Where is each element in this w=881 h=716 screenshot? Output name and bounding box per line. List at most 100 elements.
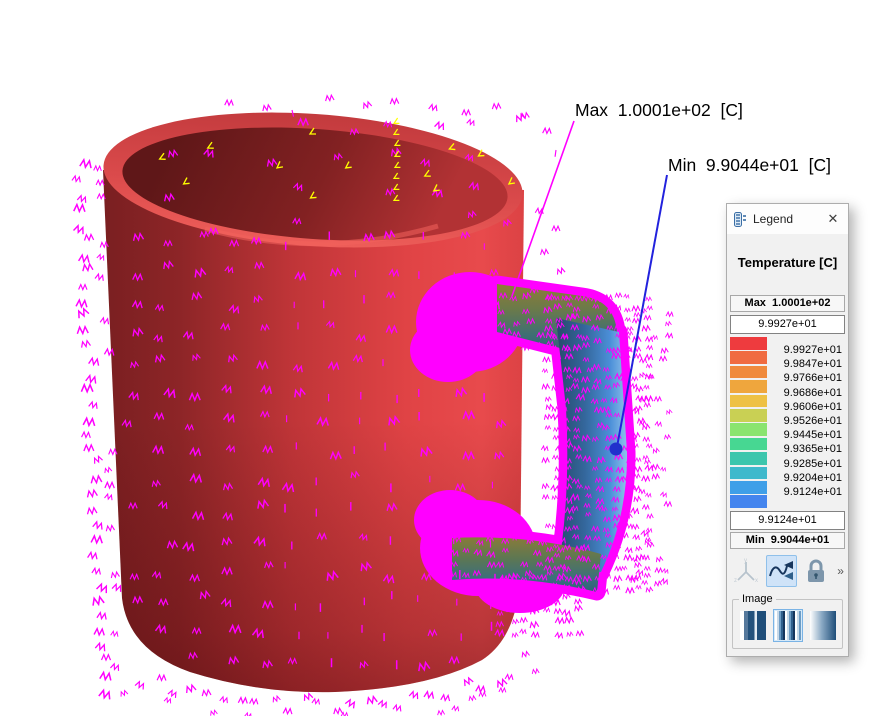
vector-glyph: [97, 612, 107, 619]
vector-glyph: [644, 567, 650, 571]
vector-glyph: [520, 629, 527, 634]
vector-glyph: [645, 337, 653, 342]
vector-glyph: [633, 496, 641, 502]
vector-glyph: [74, 204, 86, 211]
vector-glyph: [83, 418, 95, 426]
color-scale-label: 9.9847e+01: [767, 357, 845, 371]
vector-glyph: [542, 484, 550, 489]
vector-glyph: [102, 655, 111, 661]
svg-text:z: z: [734, 578, 737, 584]
vector-glyph: [652, 464, 660, 469]
vector-glyph: [644, 403, 651, 407]
vector-glyph: [82, 264, 93, 271]
vector-glyph: [634, 562, 642, 567]
legend-panel[interactable]: Legend ✕ Temperature [C] Max 1.0001e+02 …: [726, 203, 849, 657]
vector-glyph: [630, 384, 638, 389]
vector-glyph: [110, 663, 120, 671]
vector-glyph: [644, 460, 651, 464]
vector-glyph: [545, 426, 551, 430]
vector-glyph: [89, 358, 100, 366]
legend-titlebar[interactable]: Legend ✕: [727, 204, 848, 234]
vector-glyph: [84, 445, 94, 451]
vector-glyph: [467, 119, 476, 126]
image-style-smooth-button[interactable]: [808, 609, 838, 642]
color-scale-label: 9.9285e+01: [767, 457, 845, 471]
vector-glyph: [645, 355, 653, 360]
vector-glyph: [642, 326, 651, 332]
vector-glyph: [262, 105, 271, 111]
vector-glyph: [303, 693, 313, 701]
lock-button[interactable]: [801, 555, 832, 587]
vector-glyph: [333, 708, 342, 714]
vector-glyph: [624, 294, 630, 298]
image-style-banded-button[interactable]: [738, 609, 768, 642]
vector-glyph: [645, 493, 651, 497]
discrete-gradient-preview: [775, 611, 801, 640]
vector-glyph: [80, 159, 92, 168]
color-swatch: [730, 380, 767, 393]
vector-glyph: [624, 555, 632, 560]
vector-glyph: [424, 691, 435, 698]
min-point-marker: [610, 443, 623, 456]
vector-glyph: [626, 326, 633, 331]
vector-glyph: [521, 651, 530, 657]
probe-plot-button[interactable]: [766, 555, 797, 587]
vector-glyph: [643, 456, 649, 460]
axis-triad-icon: yzx: [732, 557, 760, 585]
max-value-row: Max 1.0001e+02: [730, 295, 845, 312]
legend-title: Legend: [753, 212, 793, 226]
vector-glyph: [409, 691, 419, 699]
vector-glyph: [93, 456, 103, 464]
vector-glyph: [100, 672, 112, 680]
smooth-gradient-preview: [810, 611, 836, 640]
vector-glyph: [468, 696, 476, 701]
vector-glyph: [659, 356, 667, 361]
vector-glyph: [91, 596, 104, 605]
vector-glyph: [646, 444, 652, 448]
vector-glyph: [111, 572, 120, 578]
dock-button[interactable]: [790, 656, 819, 657]
vector-glyph: [646, 528, 653, 533]
vector-glyph: [660, 578, 668, 584]
vector-glyph: [542, 384, 550, 389]
vector-glyph: [644, 316, 651, 321]
vector-glyph: [552, 226, 560, 231]
vector-glyph: [555, 150, 556, 157]
vector-glyph: [390, 99, 399, 105]
color-swatch: [730, 395, 767, 408]
probe-plot-icon: [767, 557, 795, 585]
color-scale-label: 9.9124e+01: [767, 485, 845, 499]
vector-glyph: [625, 547, 633, 553]
scale-max-input[interactable]: 9.9927e+01: [730, 315, 845, 334]
image-style-discrete-button[interactable]: [773, 609, 803, 642]
vector-glyph: [112, 583, 123, 591]
vector-glyph: [91, 536, 103, 543]
vector-glyph: [626, 588, 634, 593]
toolbar-overflow-chevron[interactable]: »: [837, 564, 844, 578]
vector-glyph: [633, 319, 640, 323]
vector-glyph: [647, 306, 653, 310]
vector-glyph: [74, 225, 86, 234]
vector-glyph: [636, 585, 642, 589]
vector-glyph: [662, 568, 669, 573]
banded-gradient-preview: [740, 611, 766, 640]
vector-glyph: [655, 568, 662, 573]
vector-glyph: [105, 482, 114, 488]
vector-glyph: [644, 385, 650, 389]
axis-triad-button[interactable]: yzx: [731, 555, 762, 587]
vector-glyph: [532, 669, 540, 674]
vector-glyph: [100, 317, 110, 324]
image-style-group: Image: [732, 599, 843, 649]
vector-glyph: [642, 505, 649, 509]
vector-glyph: [95, 642, 106, 651]
scale-min-input[interactable]: 9.9124e+01: [730, 511, 845, 530]
close-icon[interactable]: ✕: [825, 211, 841, 227]
vector-glyph: [202, 690, 211, 696]
vector-glyph: [543, 357, 551, 362]
vector-glyph: [366, 696, 377, 704]
help-button[interactable]: ?: [757, 656, 786, 657]
vector-glyph: [362, 101, 372, 109]
vector-glyph: [225, 100, 234, 106]
vector-glyph: [615, 293, 622, 297]
color-swatch: [730, 452, 767, 465]
